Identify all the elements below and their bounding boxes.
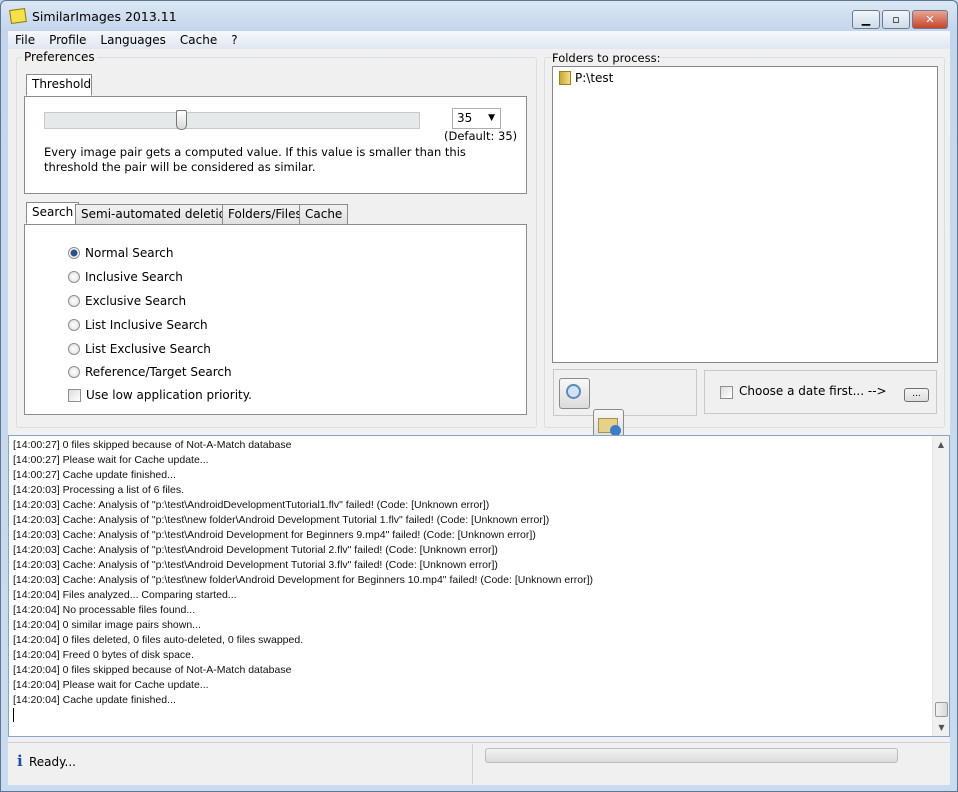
threshold-description: Every image pair gets a computed value. …	[44, 145, 466, 174]
tab-folders-files[interactable]: Folders/Files	[222, 204, 308, 224]
checkbox[interactable]	[68, 388, 81, 402]
threshold-slider-thumb[interactable]	[175, 110, 187, 130]
radio-button[interactable]	[68, 343, 80, 355]
date-label: Choose a date first... -->	[739, 384, 887, 398]
radio-label: Inclusive Search	[85, 270, 183, 284]
radio-button[interactable]	[68, 271, 80, 283]
log-line: [14:20:04] 0 similar image pairs shown..…	[13, 619, 201, 631]
log-lines: [14:00:27] 0 files skipped because of No…	[13, 438, 593, 722]
threshold-select[interactable]: 35 ▼	[452, 108, 501, 129]
choose-date-button[interactable]: ...	[904, 388, 929, 402]
log-output[interactable]: [14:00:27] 0 files skipped because of No…	[8, 435, 950, 737]
log-line: [14:00:27] Please wait for Cache update.…	[13, 454, 209, 466]
radio-normal-search[interactable]: Normal Search	[68, 241, 252, 265]
threshold-select-value: 35	[457, 111, 473, 125]
status-text: Ready...	[29, 755, 76, 769]
maximize-button[interactable]: ▫	[882, 10, 910, 29]
log-line: [14:20:04] No processable files found...	[13, 604, 196, 616]
menu-cache[interactable]: Cache	[173, 31, 224, 49]
scroll-up-icon[interactable]: ▲	[933, 436, 949, 453]
text-cursor	[13, 708, 14, 722]
search-options: Normal Search Inclusive Search Exclusive…	[68, 241, 252, 407]
checkbox-label: Use low application priority.	[86, 388, 252, 402]
log-line: [14:20:04] 0 files skipped because of No…	[13, 664, 292, 676]
folder-icon	[559, 71, 571, 85]
radio-inclusive-search[interactable]: Inclusive Search	[68, 265, 252, 289]
log-line: [14:00:27] 0 files skipped because of No…	[13, 439, 292, 451]
scrollbar-thumb[interactable]	[935, 702, 948, 717]
app-icon	[9, 7, 27, 25]
minimize-button[interactable]: ▁	[852, 10, 880, 29]
log-line: [14:20:03] Processing a list of 6 files.	[13, 484, 185, 496]
radio-label: List Inclusive Search	[85, 318, 208, 332]
radio-exclusive-search[interactable]: Exclusive Search	[68, 289, 252, 313]
threshold-slider[interactable]	[44, 112, 420, 129]
progress-bar	[485, 748, 898, 763]
close-button[interactable]: ✕	[912, 10, 948, 29]
tab-semi-automated-deletion[interactable]: Semi-automated deletion	[75, 204, 240, 224]
radio-button[interactable]	[68, 247, 80, 259]
log-line: [14:20:03] Cache: Analysis of "p:\test\A…	[13, 559, 498, 571]
folder-item[interactable]: P:\test	[559, 71, 613, 85]
radio-reference-target-search[interactable]: Reference/Target Search	[68, 361, 252, 383]
radio-list-exclusive-search[interactable]: List Exclusive Search	[68, 337, 252, 361]
radio-button[interactable]	[68, 295, 80, 307]
preferences-label: Preferences	[22, 50, 97, 64]
log-line: [14:20:04] Files analyzed... Comparing s…	[13, 589, 237, 601]
default-label: (Default: 35)	[444, 129, 518, 143]
log-line: [14:20:03] Cache: Analysis of "p:\test\A…	[13, 529, 536, 541]
radio-label: List Exclusive Search	[85, 342, 211, 356]
log-scrollbar[interactable]: ▲ ▼	[932, 436, 949, 736]
log-line: [14:20:04] Cache update finished...	[13, 694, 176, 706]
menu-bar: File Profile Languages Cache ?	[8, 31, 950, 49]
folder-path: P:\test	[575, 71, 614, 85]
magnifier-icon	[566, 384, 581, 399]
tab-cache[interactable]: Cache	[299, 204, 349, 224]
menu-profile[interactable]: Profile	[42, 31, 93, 49]
log-line: [14:20:03] Cache: Analysis of "p:\test\A…	[13, 544, 498, 556]
window-title: SimilarImages 2013.11	[32, 9, 177, 24]
tab-search[interactable]: Search	[26, 202, 80, 224]
tab-threshold[interactable]: Threshold	[26, 74, 92, 96]
menu-languages[interactable]: Languages	[93, 31, 172, 49]
log-line: [14:20:03] Cache: Analysis of "p:\test\A…	[13, 499, 490, 511]
log-line: [14:00:27] Cache update finished...	[13, 469, 176, 481]
radio-label: Reference/Target Search	[85, 365, 232, 379]
log-line: [14:20:04] Freed 0 bytes of disk space.	[13, 649, 194, 661]
log-line: [14:20:03] Cache: Analysis of "p:\test\n…	[13, 514, 550, 526]
folders-list[interactable]: P:\test	[552, 66, 938, 363]
radio-button[interactable]	[68, 319, 80, 331]
chevron-down-icon: ▼	[488, 113, 495, 123]
menu-help[interactable]: ?	[224, 31, 244, 49]
log-line: [14:20:04] 0 files deleted, 0 files auto…	[13, 634, 304, 646]
status-divider	[472, 744, 473, 784]
radio-label: Exclusive Search	[85, 294, 187, 308]
log-line: [14:20:04] Please wait for Cache update.…	[13, 679, 209, 691]
search-button[interactable]	[559, 378, 590, 409]
scroll-down-icon[interactable]: ▼	[933, 719, 950, 736]
date-checkbox[interactable]	[720, 386, 733, 399]
menu-file[interactable]: File	[8, 31, 42, 49]
log-line: [14:20:03] Cache: Analysis of "p:\test\n…	[13, 574, 594, 586]
info-icon: i	[17, 752, 23, 770]
radio-button[interactable]	[68, 366, 80, 378]
low-priority-checkbox[interactable]: Use low application priority.	[68, 383, 252, 407]
folders-label: Folders to process:	[552, 51, 661, 65]
radio-label: Normal Search	[85, 246, 174, 260]
radio-list-inclusive-search[interactable]: List Inclusive Search	[68, 313, 252, 337]
